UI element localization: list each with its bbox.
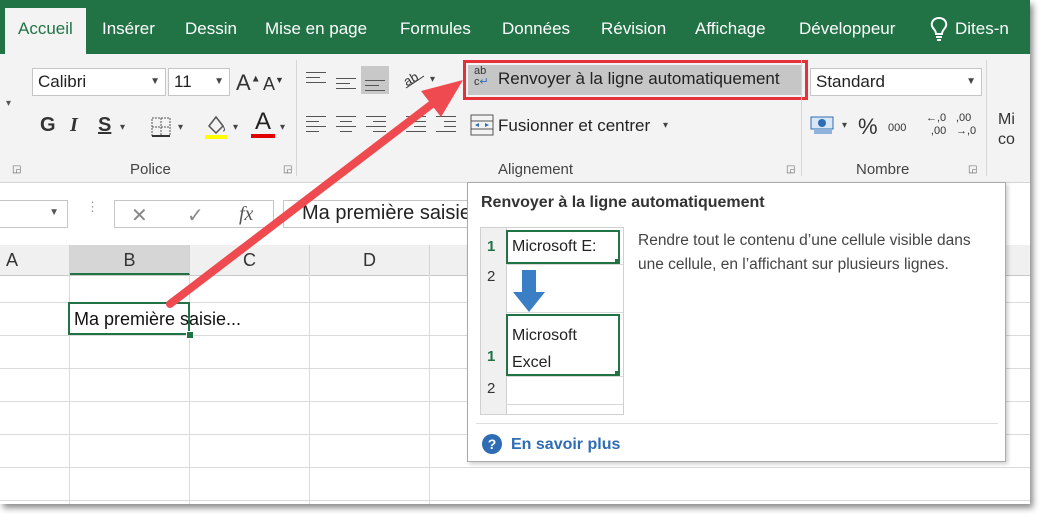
excel-window: Accueil Insérer Dessin Mise en page Form… <box>0 0 1030 504</box>
annotation-arrow <box>166 80 463 308</box>
arrow-shaft <box>166 100 436 308</box>
